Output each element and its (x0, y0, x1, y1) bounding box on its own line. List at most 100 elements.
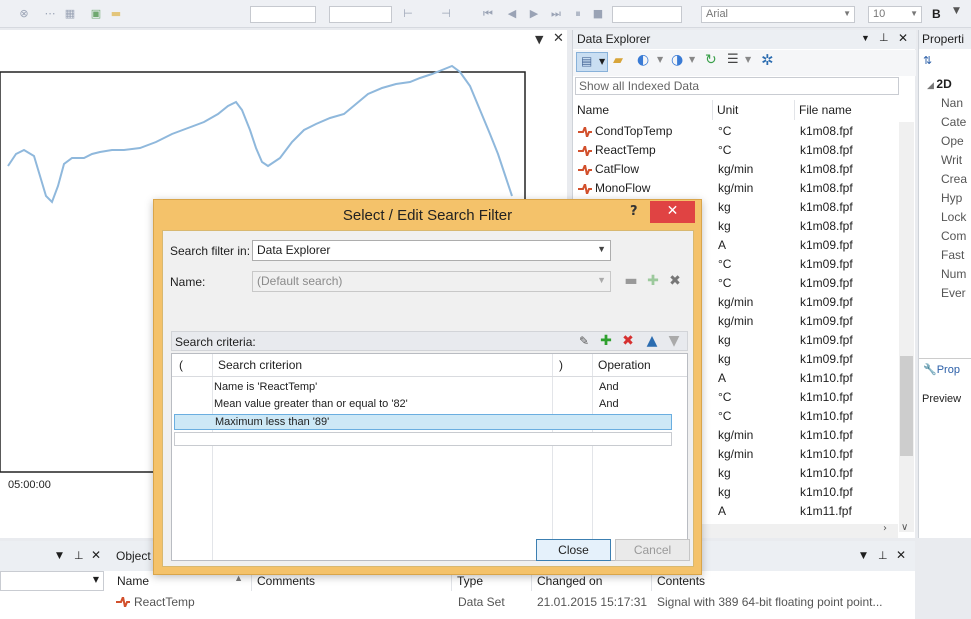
criterion-row[interactable]: Mean value greater than or equal to '82'… (174, 397, 672, 413)
toolbar-combo-1[interactable] (250, 6, 316, 23)
folder-icon[interactable]: ▰ (613, 53, 623, 68)
data-explorer-row[interactable]: CatFlow kg/min k1m08.fpf (573, 160, 903, 179)
bold-button[interactable]: B (932, 7, 941, 21)
cancel-button[interactable]: Cancel (615, 539, 690, 561)
first-frame-icon[interactable]: ⏮ (482, 8, 494, 20)
refresh-icon[interactable]: ↻ (705, 52, 717, 68)
excel-icon[interactable]: ▣ (90, 8, 102, 20)
wrench-icon[interactable]: ✎ (575, 332, 593, 350)
panel-menu-icon[interactable]: ▼ (861, 33, 870, 43)
format-icon[interactable]: ⋯ (44, 8, 56, 20)
criterion-row[interactable]: Maximum less than '89' (174, 414, 672, 430)
last-frame-icon[interactable]: ⏭ (550, 8, 562, 20)
stop-icon[interactable]: ■ (592, 8, 604, 20)
add-criterion-icon[interactable]: ✚ (597, 332, 615, 350)
prev-frame-icon[interactable]: ◀ (506, 8, 518, 20)
add-filter-icon[interactable]: ✚ (644, 272, 662, 290)
row-file: k1m10.fpf (800, 390, 853, 404)
settings-gear-icon[interactable]: ✲ (761, 51, 774, 69)
toolbar-combo-3[interactable] (612, 6, 682, 23)
property-item[interactable]: Num (941, 267, 966, 281)
row-file: k1m10.fpf (800, 409, 853, 423)
criteria-grid: ( Search criterion ) Operation Name is '… (171, 353, 688, 561)
properties-panel: Properti ⇅ ◢ 2D Nan Cate Ope Writ Crea Hyp Loc… (918, 30, 971, 538)
folder-icon[interactable]: ▬ (110, 8, 122, 20)
dialog-close-button[interactable]: ✕ (650, 201, 695, 223)
align-icon[interactable]: ⊢ (402, 8, 414, 20)
panel-close-icon[interactable]: ✕ (91, 548, 101, 562)
horizontal-scrollbar[interactable]: › (683, 523, 898, 538)
scroll-right-icon[interactable]: › (883, 523, 887, 534)
scroll-down-icon[interactable]: ∨ (901, 522, 908, 533)
name-combo[interactable]: (Default search) ▼ (252, 271, 611, 292)
save-filter-icon[interactable]: ▬ (622, 272, 640, 290)
row-file: k1m09.fpf (800, 352, 853, 366)
remove-criterion-icon[interactable]: ✖ (619, 332, 637, 350)
data-explorer-row[interactable]: MonoFlow kg/min k1m08.fpf (573, 179, 903, 198)
row-name: MonoFlow (595, 181, 651, 195)
row-unit: kg (718, 485, 731, 499)
search-filter-button[interactable]: ▤ ▼ (576, 52, 608, 72)
property-item[interactable]: Lock (941, 210, 966, 224)
pin-icon[interactable]: ⊥ (878, 549, 888, 562)
close-button[interactable]: Close (536, 539, 611, 561)
pin-icon[interactable]: ⊥ (74, 549, 84, 562)
panel-close-icon[interactable]: ✕ (896, 548, 906, 562)
pin-icon[interactable]: ⊥ (879, 31, 889, 44)
data-explorer-row[interactable]: CondTopTemp °C k1m08.fpf (573, 122, 903, 141)
font-name-combo[interactable]: Arial ▼ (701, 6, 855, 23)
column-header-file[interactable]: File name (795, 100, 903, 120)
property-item[interactable]: Cate (941, 115, 966, 129)
name-label: Name: (170, 275, 206, 289)
property-item[interactable]: Writ (941, 153, 962, 167)
tab-properties[interactable]: 🔧Prop (919, 358, 971, 380)
property-item[interactable]: Nan (941, 96, 963, 110)
signal-icon (578, 123, 592, 141)
scrollbar-thumb[interactable] (900, 356, 913, 456)
column-header-unit[interactable]: Unit (713, 100, 795, 120)
panel-menu-icon[interactable]: ▼ (535, 33, 543, 46)
column-header-name[interactable]: Name (573, 100, 713, 120)
property-item[interactable]: Com (941, 229, 966, 243)
object-row[interactable]: ReactTemp Data Set 21.01.2015 15:17:31 S… (112, 593, 892, 611)
help-button[interactable]: ? (630, 204, 648, 224)
row-file: k1m09.fpf (800, 314, 853, 328)
font-size-combo[interactable]: 10 ▼ (868, 6, 922, 23)
pattern-icon[interactable]: ▦ (64, 8, 76, 20)
property-item[interactable]: Ope (941, 134, 964, 148)
panel-menu-icon[interactable]: ▼ (56, 551, 63, 561)
pause-icon[interactable]: ⏸ (572, 8, 584, 20)
sort-az-icon[interactable]: ⇅ (923, 54, 932, 67)
property-item[interactable]: Fast (941, 248, 964, 262)
play-icon[interactable]: ▶ (528, 8, 540, 20)
panel-close-icon[interactable]: ✕ (898, 31, 908, 45)
panel-close-icon[interactable]: ✕ (553, 31, 564, 46)
chevron-down-icon[interactable]: ▼ (745, 55, 751, 64)
filter-display-field[interactable]: Show all Indexed Data (575, 77, 899, 95)
header-close-paren: ) (559, 358, 563, 372)
property-item[interactable]: Crea (941, 172, 967, 186)
delete-filter-icon[interactable]: ✖ (666, 272, 684, 290)
forward-icon[interactable]: ◑ (671, 52, 683, 68)
object-filter-combo[interactable]: ▼ (0, 571, 104, 591)
vertical-scrollbar[interactable]: ∨ (899, 122, 914, 533)
align2-icon[interactable]: ⊣ (440, 8, 452, 20)
view-list-icon[interactable]: ☰ (727, 52, 739, 67)
toolbar-combo-2[interactable] (329, 6, 392, 23)
row-unit: A (718, 238, 727, 252)
chevron-down-icon[interactable]: ▼ (689, 55, 695, 64)
panel-menu-icon[interactable]: ▼ (860, 551, 867, 561)
back-icon[interactable]: ◐ (637, 52, 649, 68)
move-up-icon[interactable]: ▲ (643, 332, 661, 350)
move-down-icon[interactable]: ▼ (665, 332, 683, 350)
property-item[interactable]: Ever (941, 286, 966, 300)
property-item[interactable]: Hyp (941, 191, 962, 205)
ab-icon[interactable]: ⊗ (18, 8, 30, 20)
new-criterion-row[interactable] (174, 432, 672, 446)
criterion-row[interactable]: Name is 'ReactTemp' And (174, 380, 672, 396)
data-explorer-row[interactable]: ReactTemp °C k1m08.fpf (573, 141, 903, 160)
row-file: k1m09.fpf (800, 276, 853, 290)
dropdown-arrow-icon[interactable]: ▼ (953, 6, 960, 16)
filter-in-combo[interactable]: Data Explorer ▼ (252, 240, 611, 261)
chevron-down-icon[interactable]: ▼ (657, 55, 663, 64)
